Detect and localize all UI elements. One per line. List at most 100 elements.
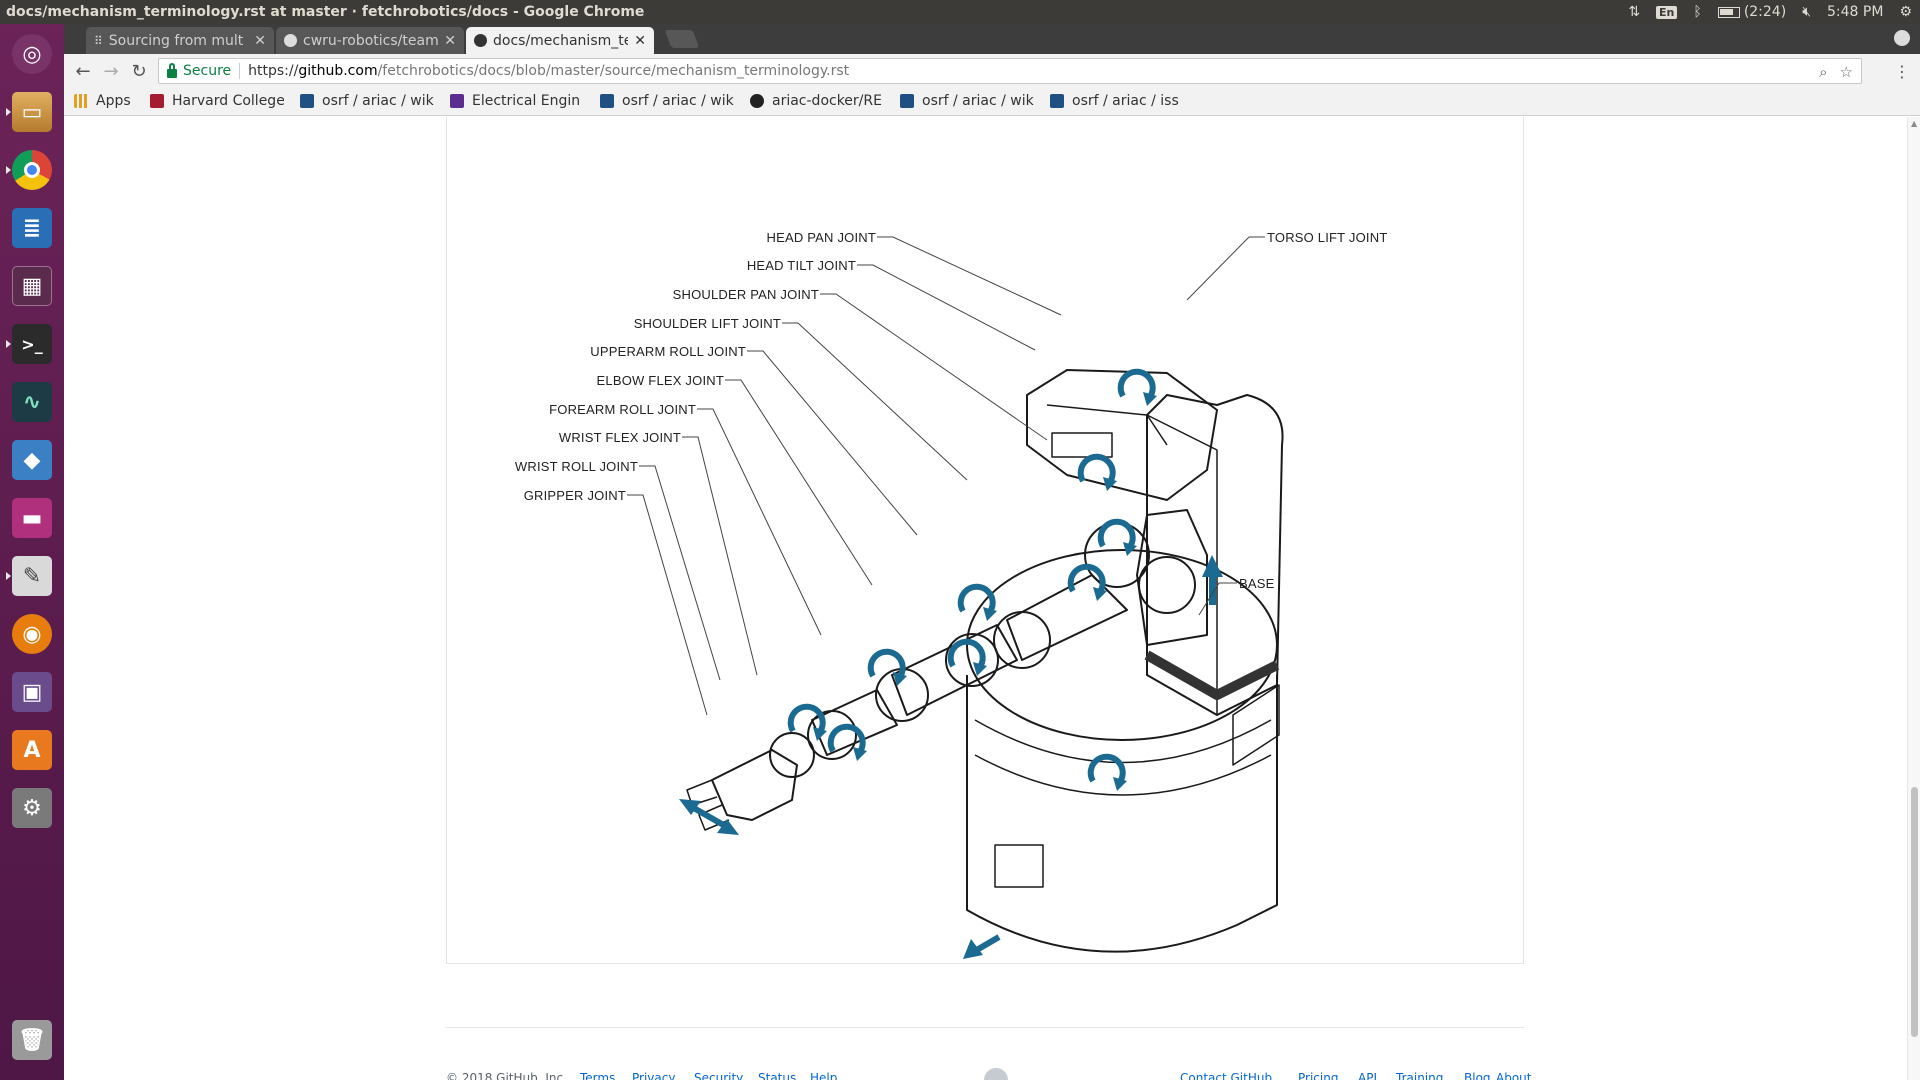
label-wrist-roll: WRIST ROLL JOINT xyxy=(515,459,638,474)
label-head-pan: HEAD PAN JOINT xyxy=(767,230,876,245)
divider xyxy=(239,63,241,79)
image-viewer-icon[interactable]: ▣ xyxy=(6,666,58,718)
bookmark-osrf-wiki-1[interactable]: osrf / ariac / wik xyxy=(300,93,434,109)
github-icon xyxy=(750,94,764,108)
bitbucket-icon xyxy=(600,94,614,108)
base-body xyxy=(966,675,1278,953)
system-monitor-icon[interactable]: ∿ xyxy=(6,376,58,428)
impress-icon[interactable]: ▬ xyxy=(6,492,58,544)
workspace-icon[interactable]: ▦ xyxy=(6,260,58,312)
bookmark-osrf-wiki-2[interactable]: osrf / ariac / wik xyxy=(600,93,734,109)
file-content-box: HEAD PAN JOINT HEAD TILT JOINT SHOULDER … xyxy=(446,117,1524,964)
footer-copyright: © 2018 GitHub, Inc. xyxy=(446,1071,567,1080)
tab-mechanism-terminology[interactable]: docs/mechanism_te ✕ xyxy=(466,27,654,54)
harvard-shield-icon xyxy=(150,94,164,108)
tab-cwru-robotics[interactable]: cwru-robotics/team ✕ xyxy=(276,27,464,54)
system-top-panel: docs/mechanism_terminology.rst at master… xyxy=(0,0,1920,24)
forward-arrow-icon[interactable]: → xyxy=(100,60,122,82)
battery-time: (2:24) xyxy=(1743,4,1787,20)
close-icon[interactable]: ✕ xyxy=(634,33,646,49)
label-torso-lift: TORSO LIFT JOINT xyxy=(1267,230,1387,245)
footer-link-security[interactable]: Security xyxy=(694,1071,743,1080)
footer-link-training[interactable]: Training xyxy=(1396,1071,1443,1080)
bookmark-osrf-issues[interactable]: osrf / ariac / iss xyxy=(1050,93,1184,109)
close-icon[interactable]: ✕ xyxy=(254,33,266,49)
bookmark-apps[interactable]: Apps xyxy=(74,93,131,109)
base-top-plate xyxy=(966,549,1278,741)
ubuntu-dash-icon[interactable]: ◎ xyxy=(6,28,58,80)
close-icon[interactable]: ✕ xyxy=(444,33,456,49)
writer-icon[interactable]: ≣ xyxy=(6,202,58,254)
network-icon[interactable]: ⇅ xyxy=(1628,4,1640,20)
lock-icon xyxy=(167,62,177,78)
head-pan-arrow xyxy=(1121,372,1157,406)
gripper-arrow xyxy=(679,799,739,835)
footer-link-contact[interactable]: Contact GitHub xyxy=(1180,1071,1272,1080)
label-shoulder-lift: SHOULDER LIFT JOINT xyxy=(634,316,781,331)
clock[interactable]: 5:48 PM xyxy=(1827,4,1883,20)
upperarm-roll-arrow xyxy=(961,587,997,621)
scrollbar-thumb[interactable] xyxy=(1911,787,1918,1037)
bookmark-electrical-eng[interactable]: Electrical Engin xyxy=(450,93,584,109)
joint-labels: HEAD PAN JOINT HEAD TILT JOINT SHOULDER … xyxy=(515,230,1387,591)
footer-link-status[interactable]: Status xyxy=(758,1071,796,1080)
label-upperarm-roll: UPPERARM ROLL JOINT xyxy=(590,344,746,359)
bookmark-ariac-docker[interactable]: ariac-docker/RE xyxy=(750,93,884,109)
virtualbox-icon[interactable]: ◆ xyxy=(6,434,58,486)
terminal-icon[interactable]: >_ xyxy=(6,318,58,370)
forearm-roll-arrow xyxy=(871,652,907,686)
software-center-icon[interactable]: A xyxy=(6,724,58,776)
settings-gear-icon[interactable]: ⚙ xyxy=(1899,4,1912,20)
new-tab-button[interactable] xyxy=(664,30,700,48)
address-bar[interactable]: Secure https://github.com/fetchrobotics/… xyxy=(158,58,1862,84)
url-text[interactable]: https://github.com/fetchrobotics/docs/bl… xyxy=(248,63,849,79)
head-tilt-arrow xyxy=(1081,457,1117,491)
bookmark-osrf-wiki-3[interactable]: osrf / ariac / wik xyxy=(900,93,1034,109)
files-icon[interactable]: ▭ xyxy=(6,86,58,138)
zoom-icon[interactable]: ⌕ xyxy=(1819,63,1827,81)
settings-icon[interactable]: ⚙ xyxy=(6,782,58,834)
footer-link-about[interactable]: About xyxy=(1496,1071,1531,1080)
chrome-icon[interactable] xyxy=(6,144,58,196)
footer-link-privacy[interactable]: Privacy xyxy=(632,1071,675,1080)
chrome-menu-icon[interactable]: ⋮ xyxy=(1894,62,1910,81)
browser-toolbar: ← → ↻ Secure https://github.com/fetchrob… xyxy=(64,54,1920,88)
base-drive-arrow xyxy=(963,934,1001,959)
secure-indicator[interactable]: Secure xyxy=(167,62,231,79)
fetch-robot-diagram: HEAD PAN JOINT HEAD TILT JOINT SHOULDER … xyxy=(515,230,1387,959)
label-elbow-flex: ELBOW FLEX JOINT xyxy=(597,373,724,388)
blender-icon[interactable]: ◉ xyxy=(6,608,58,660)
reload-icon[interactable]: ↻ xyxy=(128,60,150,82)
battery-indicator[interactable]: (2:24) xyxy=(1717,4,1787,20)
trash-icon[interactable]: 🗑︎ xyxy=(6,1014,58,1066)
apps-grid-icon: ⠿ xyxy=(94,33,103,48)
label-head-tilt: HEAD TILT JOINT xyxy=(747,258,856,273)
back-arrow-icon[interactable]: ← xyxy=(72,60,94,82)
upper-arm xyxy=(1006,574,1128,661)
bookmark-harvard[interactable]: Harvard College xyxy=(150,93,284,109)
bookmark-star-icon[interactable]: ☆ xyxy=(1840,63,1853,81)
battery-icon xyxy=(1717,6,1740,18)
label-forearm-roll: FOREARM ROLL JOINT xyxy=(549,402,696,417)
bookmarks-bar: Apps Harvard College osrf / ariac / wik … xyxy=(64,88,1920,116)
footer-link-terms[interactable]: Terms xyxy=(580,1071,615,1080)
bluetooth-icon[interactable]: ᛒ xyxy=(1693,4,1701,20)
doc-icon xyxy=(450,94,464,108)
github-icon xyxy=(474,34,487,47)
footer-link-pricing[interactable]: Pricing xyxy=(1298,1071,1338,1080)
tab-sourcing[interactable]: ⠿ Sourcing from mult ✕ xyxy=(86,27,274,54)
footer-link-help[interactable]: Help xyxy=(810,1071,837,1080)
keyboard-layout-indicator[interactable]: En xyxy=(1656,5,1678,19)
omnibox-actions: ⌕ ☆ xyxy=(1819,63,1853,81)
text-editor-icon[interactable]: ✎ xyxy=(6,550,58,602)
scroll-up-arrow-icon[interactable]: ▲ xyxy=(1911,119,1917,128)
label-base: BASE xyxy=(1239,576,1275,591)
github-mark-icon[interactable] xyxy=(984,1068,1008,1080)
volume-muted-icon[interactable]: 🔇︎ xyxy=(1802,4,1811,20)
bitbucket-icon xyxy=(300,94,314,108)
page-scrollbar[interactable]: ▲ xyxy=(1907,117,1920,1080)
motion-arrows xyxy=(679,372,1223,959)
footer-link-blog[interactable]: Blog xyxy=(1464,1071,1491,1080)
account-icon[interactable] xyxy=(1894,30,1910,46)
footer-link-api[interactable]: API xyxy=(1358,1071,1377,1080)
